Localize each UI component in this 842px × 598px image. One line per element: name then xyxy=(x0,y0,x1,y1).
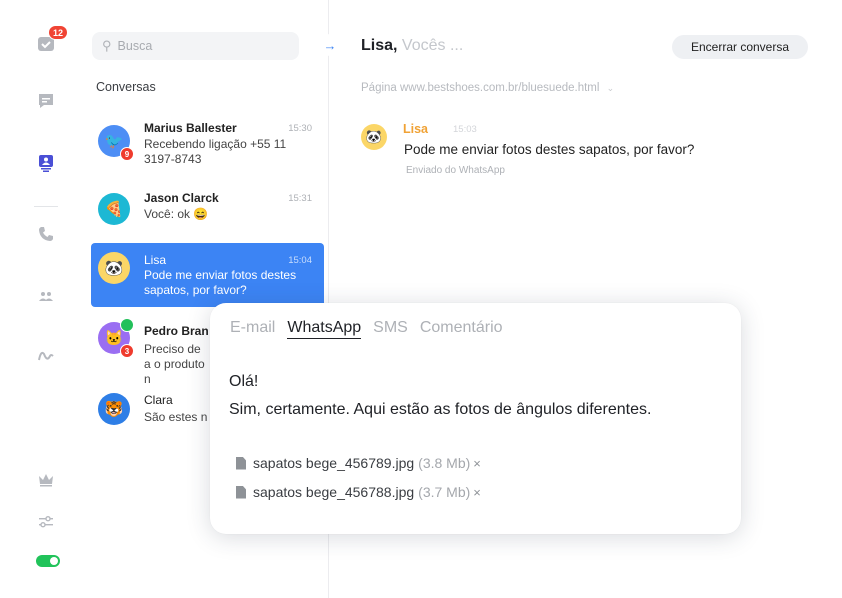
message-preview: Pode me enviar fotos destes sapatos, por… xyxy=(144,268,297,297)
avatar: 🐦 9 xyxy=(98,125,134,161)
attachment-name[interactable]: sapatos bege_456789.jpg xyxy=(253,455,414,471)
avatar: 🐼 xyxy=(98,252,130,284)
phone-icon[interactable] xyxy=(36,224,56,244)
left-rail: 12 xyxy=(0,0,90,598)
inbox-icon[interactable]: 12 xyxy=(36,25,68,54)
channel-tabs: E-mail WhatsApp SMS Comentário xyxy=(230,319,503,339)
attachment-size: (3.8 Mb) xyxy=(418,455,471,471)
arrow-right-icon[interactable]: → xyxy=(320,34,340,56)
conversation-item-selected[interactable]: 🐼 Lisa 15:04 Pode me enviar fotos destes… xyxy=(91,243,324,307)
conversation-item[interactable]: 🐦 9 Marius Ballester 15:30 Recebendo lig… xyxy=(91,117,324,179)
chat-title: Lisa, Vocês ... xyxy=(361,37,463,55)
avatar: 🍕 xyxy=(98,193,130,225)
chat-title-name: Lisa, xyxy=(361,37,398,54)
conversations-heading: Conversas xyxy=(96,80,156,94)
tab-comment[interactable]: Comentário xyxy=(420,319,503,339)
file-icon xyxy=(236,485,246,499)
message-channel: Enviado do WhatsApp xyxy=(406,165,505,176)
message-time: 15:31 xyxy=(288,193,312,204)
message-preview: Você: ok 😄 xyxy=(144,207,209,221)
file-icon xyxy=(236,456,246,470)
tab-email[interactable]: E-mail xyxy=(230,319,275,339)
chevron-down-icon: ⌄ xyxy=(606,83,615,93)
settings-sliders-icon[interactable] xyxy=(36,512,56,532)
search-icon: ⚲ xyxy=(102,38,112,53)
composer-text-line[interactable]: Olá! xyxy=(229,373,258,391)
message-text: Pode me enviar fotos destes sapatos, por… xyxy=(404,142,695,157)
contact-name: Pedro Bran xyxy=(144,324,209,338)
end-conversation-button[interactable]: Encerrar conversa xyxy=(672,35,808,59)
online-toggle[interactable] xyxy=(36,555,60,567)
unread-badge: 9 xyxy=(120,147,134,161)
search-input[interactable] xyxy=(117,39,278,53)
attachment-size: (3.7 Mb) xyxy=(418,484,471,500)
message-time: 15:30 xyxy=(288,123,312,134)
crown-icon[interactable] xyxy=(36,469,56,489)
message-preview: São estes n xyxy=(144,410,208,424)
contact-name: Clara xyxy=(144,393,173,407)
contact-name: Jason Clarck xyxy=(144,191,219,205)
contact-name: Marius Ballester xyxy=(144,121,237,135)
online-badge xyxy=(120,318,134,332)
tab-sms[interactable]: SMS xyxy=(373,319,408,339)
attachment: sapatos bege_456788.jpg (3.7 Mb) × xyxy=(236,484,481,500)
message-author: Lisa xyxy=(403,122,429,136)
attachment: sapatos bege_456789.jpg (3.8 Mb) × xyxy=(236,455,481,471)
chat-icon[interactable] xyxy=(36,91,56,111)
inbox-badge: 12 xyxy=(47,25,68,40)
message-preview: Recebendo ligação +55 11 3197-8743 xyxy=(144,137,287,166)
unread-badge: 3 xyxy=(120,344,134,358)
remove-attachment-icon[interactable]: × xyxy=(473,456,481,471)
message-preview: Preciso de a o produto n xyxy=(144,342,205,386)
attachment-name[interactable]: sapatos bege_456788.jpg xyxy=(253,484,414,500)
chat-title-participants: Vocês ... xyxy=(401,37,464,54)
avatar: 🐱 3 xyxy=(98,318,134,358)
team-icon[interactable] xyxy=(36,286,56,306)
avatar: 🐯 xyxy=(98,393,130,425)
contacts-icon[interactable] xyxy=(36,153,56,173)
message-time: 15:03 xyxy=(453,124,477,135)
analytics-icon[interactable] xyxy=(36,344,56,364)
contact-name: Lisa xyxy=(144,253,167,267)
page-link[interactable]: Página www.bestshoes.com.br/bluesuede.ht… xyxy=(361,82,614,94)
search-box[interactable]: ⚲ xyxy=(92,32,299,60)
message-avatar: 🐼 xyxy=(361,124,387,150)
message-time: 15:04 xyxy=(288,255,312,266)
reply-composer[interactable]: E-mail WhatsApp SMS Comentário Olá! Sim,… xyxy=(210,303,741,534)
tab-whatsapp[interactable]: WhatsApp xyxy=(287,319,362,339)
rail-divider xyxy=(34,206,58,207)
composer-text-line[interactable]: Sim, certamente. Aqui estão as fotos de … xyxy=(229,401,651,419)
conversation-item[interactable]: 🍕 Jason Clarck 15:31 Você: ok 😄 xyxy=(91,187,324,237)
remove-attachment-icon[interactable]: × xyxy=(473,485,481,500)
page-link-text: Página www.bestshoes.com.br/bluesuede.ht… xyxy=(361,82,600,94)
